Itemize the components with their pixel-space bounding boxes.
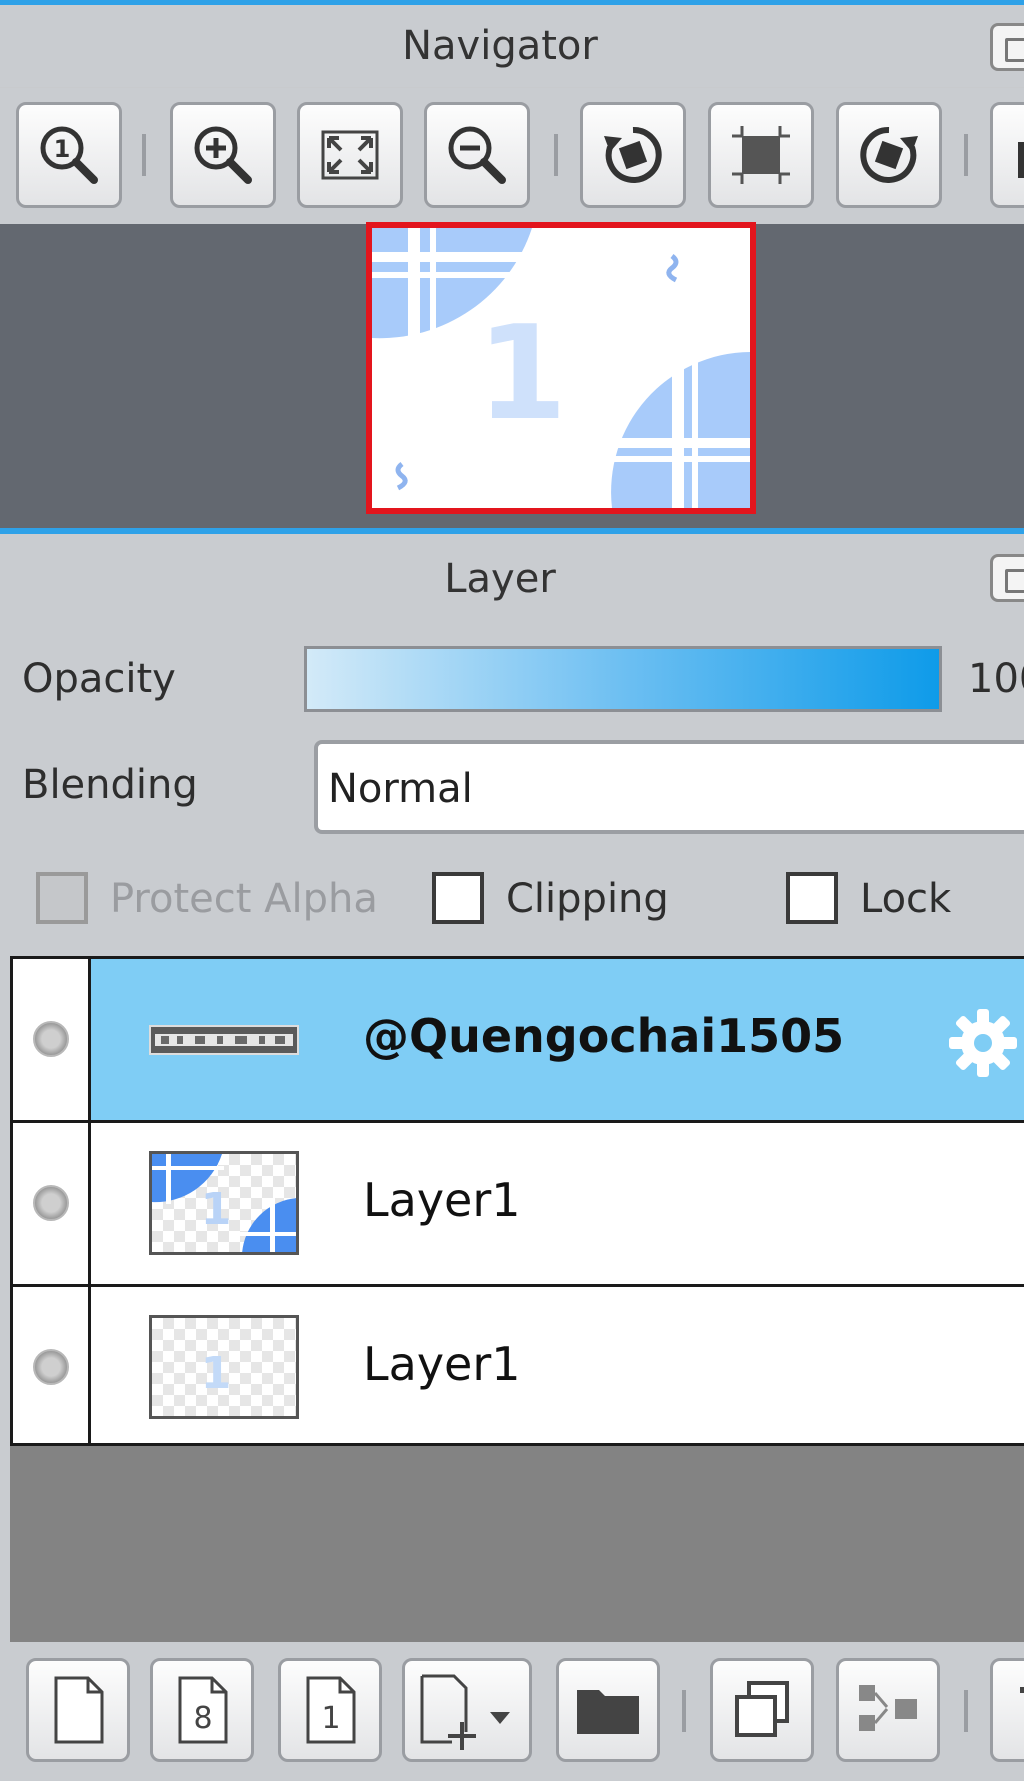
merge-down-button[interactable] xyxy=(836,1658,940,1762)
toolbar-separator xyxy=(964,134,968,176)
opacity-value: 100 xyxy=(968,656,1024,702)
blending-value: Normal xyxy=(328,766,473,812)
opacity-slider[interactable] xyxy=(304,646,942,712)
svg-text:1: 1 xyxy=(201,1184,232,1235)
reset-rotation-button[interactable] xyxy=(708,102,814,208)
page-8-icon: 8 xyxy=(178,1676,228,1744)
layer-bottom-toolbar: 8 1 xyxy=(0,1642,1024,1781)
merge-icon xyxy=(859,1685,917,1731)
toolbar-separator xyxy=(682,1690,686,1732)
navigator-float-button[interactable] xyxy=(990,23,1024,71)
rotate-right-button[interactable] xyxy=(836,102,942,208)
navigator-toolbar: 1 xyxy=(0,88,1024,224)
flip-icon xyxy=(1018,142,1024,178)
new-1bit-layer-button[interactable]: 1 xyxy=(278,1658,382,1762)
zoom-1-icon: 1 xyxy=(40,126,98,184)
toolbar-separator xyxy=(142,134,146,176)
layer-thumbnail-image: 1 xyxy=(152,1154,296,1252)
svg-text:1: 1 xyxy=(54,135,71,163)
fit-icon xyxy=(321,130,379,180)
new-layer-button[interactable] xyxy=(26,1658,130,1762)
layer-float-button[interactable] xyxy=(990,554,1024,602)
new-folder-button[interactable] xyxy=(556,1658,660,1762)
visibility-column xyxy=(13,1123,91,1284)
blending-label: Blending xyxy=(22,762,198,808)
zoom-out-icon xyxy=(448,126,506,184)
zoom-actual-size-button[interactable]: 1 xyxy=(16,102,122,208)
zoom-in-icon xyxy=(194,126,252,184)
new-8bit-layer-button[interactable]: 8 xyxy=(150,1658,254,1762)
layer-thumbnail xyxy=(149,1025,299,1055)
text-layer-icon xyxy=(155,1034,293,1046)
app-window: Navigator 1 1 Layer Opacity 10 Blending … xyxy=(0,0,1024,1781)
layer-list: @Quengochai1505 1 Layer1 1 Layer1 xyxy=(10,956,1024,1446)
navigator-header: Navigator xyxy=(0,5,1024,87)
visibility-toggle[interactable] xyxy=(33,1349,69,1385)
layer-header: Layer xyxy=(0,534,1024,620)
layer-list-empty-area[interactable] xyxy=(10,1446,1024,1642)
zoom-in-button[interactable] xyxy=(170,102,276,208)
layer-row[interactable]: 1 Layer1 xyxy=(13,1123,1024,1287)
protect-alpha-checkbox[interactable] xyxy=(36,872,88,924)
toolbar-separator xyxy=(554,134,558,176)
rotate-left-icon xyxy=(604,126,662,183)
layer-thumbnail: 1 xyxy=(149,1315,299,1419)
canvas-thumbnail: 1 xyxy=(372,228,750,508)
svg-text:1: 1 xyxy=(201,1348,232,1399)
layer-name: Layer1 xyxy=(363,1173,521,1227)
reset-rotation-icon xyxy=(732,126,790,184)
blending-select[interactable]: Normal xyxy=(314,740,1024,834)
fit-window-button[interactable] xyxy=(297,102,403,208)
zoom-out-button[interactable] xyxy=(424,102,530,208)
toolbar-separator xyxy=(964,1690,968,1732)
rotate-right-icon xyxy=(860,126,918,183)
layer-row[interactable]: 1 Layer1 xyxy=(13,1287,1024,1443)
canvas-numeral: 1 xyxy=(477,297,567,449)
lock-label: Lock xyxy=(860,876,952,922)
delete-layer-button[interactable] xyxy=(990,1658,1024,1762)
layer-thumbnail-image: 1 xyxy=(201,1348,232,1399)
duplicate-icon xyxy=(735,1681,789,1737)
add-layer-menu-button[interactable] xyxy=(402,1658,532,1762)
clipping-checkbox[interactable] xyxy=(432,872,484,924)
page-1-text: 1 xyxy=(321,1701,340,1736)
lock-checkbox[interactable] xyxy=(786,872,838,924)
layer-row[interactable]: @Quengochai1505 xyxy=(13,959,1024,1123)
navigator-title: Navigator xyxy=(402,23,598,69)
new-page-icon xyxy=(54,1676,104,1744)
gear-icon[interactable] xyxy=(943,1003,1023,1083)
visibility-column xyxy=(13,1287,91,1443)
visibility-toggle[interactable] xyxy=(33,1021,69,1057)
rotate-left-button[interactable] xyxy=(580,102,686,208)
flip-button[interactable] xyxy=(990,102,1024,208)
visibility-column xyxy=(13,959,91,1120)
page-1-icon: 1 xyxy=(306,1676,356,1744)
layer-name: @Quengochai1505 xyxy=(363,1009,845,1063)
trash-icon xyxy=(1020,1687,1024,1693)
page-8-text: 8 xyxy=(193,1701,212,1736)
duplicate-layer-button[interactable] xyxy=(710,1658,814,1762)
add-page-dropdown-icon xyxy=(420,1674,510,1750)
layer-title: Layer xyxy=(444,556,556,602)
navigator-viewport-frame[interactable]: 1 xyxy=(366,222,756,514)
layer-thumbnail: 1 xyxy=(149,1151,299,1255)
layer-name: Layer1 xyxy=(363,1337,521,1391)
clipping-label: Clipping xyxy=(506,876,669,922)
protect-alpha-label: Protect Alpha xyxy=(110,876,378,922)
visibility-toggle[interactable] xyxy=(33,1185,69,1221)
folder-icon xyxy=(577,1690,639,1734)
opacity-label: Opacity xyxy=(22,656,176,702)
